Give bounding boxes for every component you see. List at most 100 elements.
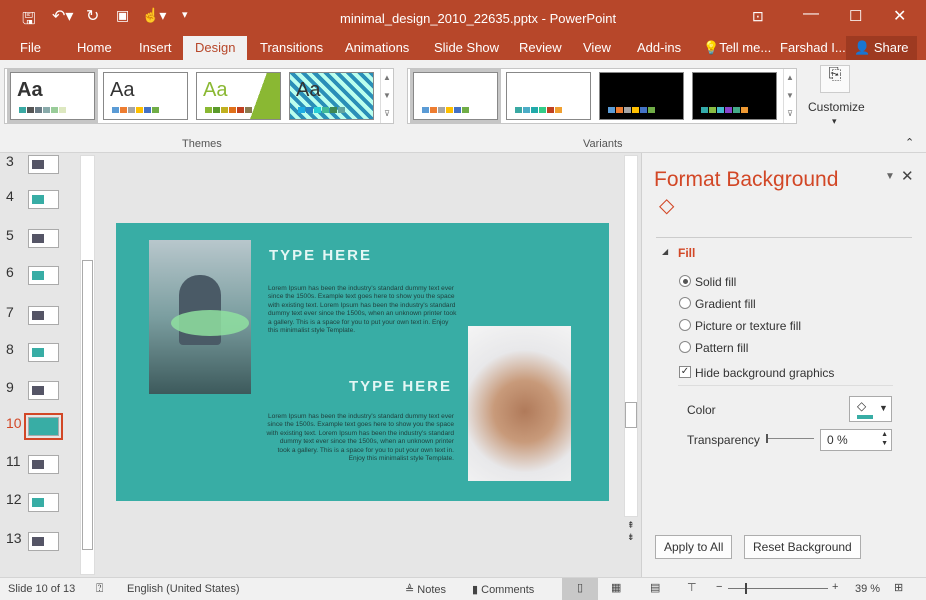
close-button[interactable]: ✕ xyxy=(893,6,906,26)
collapse-ribbon-icon[interactable]: ⌃ xyxy=(905,136,914,149)
undo-icon[interactable]: ↶▾ xyxy=(52,6,73,26)
color-swatch xyxy=(608,107,615,113)
prev-next-slide-icons[interactable]: ⇞ ⇟ xyxy=(627,519,635,543)
thumbnails-scrollbar[interactable] xyxy=(80,155,95,575)
customize-button[interactable]: Customize xyxy=(808,100,865,114)
solid-fill-radio[interactable]: Solid fill xyxy=(679,275,736,289)
pane-close-icon[interactable]: ✕ xyxy=(901,167,914,185)
theme-color-swatches xyxy=(19,107,66,113)
fill-bucket-icon[interactable]: ◇ xyxy=(659,193,674,218)
spinner-icon[interactable]: ▲ ▼ xyxy=(881,430,888,448)
slide-heading-1[interactable]: TYPE HERE xyxy=(269,247,372,264)
theme-thumbnail[interactable]: Aa xyxy=(7,69,98,123)
gallery-scroll-buttons[interactable]: ▲ ▼ ⊽ xyxy=(380,69,393,123)
slideshow-button[interactable]: ⊤ xyxy=(687,581,697,594)
slide-scroll-thumb[interactable] xyxy=(625,402,637,428)
color-picker-button[interactable]: ◇ ▼ xyxy=(849,396,892,422)
color-swatch xyxy=(221,107,228,113)
slide-thumbnail[interactable] xyxy=(28,532,59,551)
normal-view-button[interactable]: ▯ xyxy=(562,578,598,600)
tab-design[interactable]: Design xyxy=(183,36,248,60)
comments-button[interactable]: ▮ Comments xyxy=(472,583,534,596)
minimize-button[interactable]: — xyxy=(803,5,819,23)
color-swatch xyxy=(632,107,639,113)
customize-qat-icon[interactable]: ▾ xyxy=(182,8,188,21)
theme-thumbnail[interactable]: Aa xyxy=(196,72,281,120)
color-swatch xyxy=(213,107,220,113)
reading-view-button[interactable]: ▤ xyxy=(650,581,660,594)
slide-scrollbar[interactable] xyxy=(624,155,638,517)
gradient-fill-radio[interactable]: Gradient fill xyxy=(679,297,756,311)
save-icon[interactable]: 🖫 xyxy=(22,8,36,35)
color-swatch xyxy=(741,107,748,113)
slide-thumbnail[interactable] xyxy=(28,381,59,400)
pane-options-icon[interactable]: ▼ xyxy=(885,171,895,182)
variant-thumbnail[interactable] xyxy=(692,72,777,120)
slide-photo-stacked-hands[interactable] xyxy=(468,326,571,481)
zoom-level[interactable]: 39 % xyxy=(855,583,880,595)
theme-thumbnail[interactable]: Aa xyxy=(289,72,374,120)
color-swatch xyxy=(237,107,244,113)
slide-thumbnail[interactable] xyxy=(28,229,59,248)
hide-background-graphics-checkbox[interactable]: ✓ Hide background graphics xyxy=(679,366,834,380)
slide-photo-hooded-figure[interactable] xyxy=(149,240,251,394)
tab-review[interactable]: Review xyxy=(519,40,562,55)
touch-mode-icon[interactable]: ☝▾ xyxy=(142,7,166,24)
slide-body-2[interactable]: Lorem Ipsum has been the industry's stan… xyxy=(266,413,454,463)
slide-thumbnail[interactable] xyxy=(28,455,59,474)
redo-icon[interactable]: ↻ xyxy=(86,6,99,26)
tab-animations[interactable]: Animations xyxy=(345,40,409,55)
slide-thumbnail[interactable] xyxy=(28,306,59,325)
slide-number: 11 xyxy=(6,453,21,469)
variant-thumbnail[interactable] xyxy=(410,69,501,123)
tab-view[interactable]: View xyxy=(583,40,611,55)
zoom-out-button[interactable]: − xyxy=(716,581,722,593)
slide-sorter-button[interactable]: ▦ xyxy=(611,581,621,594)
apply-to-all-button[interactable]: Apply to All xyxy=(655,535,733,559)
slide-heading-2[interactable]: TYPE HERE xyxy=(349,378,452,395)
pattern-fill-radio[interactable]: Pattern fill xyxy=(679,341,748,355)
maximize-button[interactable]: ☐ xyxy=(849,7,862,25)
picture-texture-fill-radio[interactable]: Picture or texture fill xyxy=(679,319,801,333)
language-indicator[interactable]: English (United States) xyxy=(127,583,240,595)
theme-thumbnail[interactable]: Aa xyxy=(103,72,188,120)
gallery-scroll-buttons[interactable]: ▲ ▼ ⊽ xyxy=(783,69,796,123)
section-collapse-icon[interactable]: ◢ xyxy=(662,247,668,256)
account-name[interactable]: Farshad I... xyxy=(780,40,846,55)
zoom-in-button[interactable]: + xyxy=(832,581,838,593)
slide-body-1[interactable]: Lorem Ipsum has been the industry's stan… xyxy=(268,285,458,335)
variant-thumbnail[interactable] xyxy=(599,72,684,120)
color-swatch xyxy=(144,107,151,113)
ribbon-display-icon[interactable]: ⊡ xyxy=(752,8,764,25)
slide-thumbnail[interactable] xyxy=(28,266,59,285)
zoom-slider[interactable] xyxy=(728,583,828,594)
notes-button[interactable]: ≜ Notes xyxy=(405,583,446,596)
fill-section-header[interactable]: Fill xyxy=(678,246,695,260)
slide-thumbnail[interactable] xyxy=(28,343,59,362)
slide-canvas[interactable]: TYPE HERE Lorem Ipsum has been the indus… xyxy=(116,223,609,501)
variant-thumbnail[interactable] xyxy=(506,72,591,120)
tab-insert[interactable]: Insert xyxy=(139,40,172,55)
tab-transitions[interactable]: Transitions xyxy=(260,40,323,55)
tab-home[interactable]: Home xyxy=(77,40,112,55)
present-icon[interactable]: ▣ xyxy=(116,7,129,24)
tell-me-search[interactable]: 💡Tell me... xyxy=(703,40,771,56)
thumbnails-scroll-thumb[interactable] xyxy=(82,260,93,550)
format-background-icon[interactable]: ⎘ xyxy=(820,65,850,93)
slide-thumbnail[interactable] xyxy=(28,493,59,512)
share-button[interactable]: 👤 Share xyxy=(846,36,917,60)
color-swatch xyxy=(555,107,562,113)
customize-dropdown-icon[interactable]: ▾ xyxy=(832,116,837,127)
reset-background-button[interactable]: Reset Background xyxy=(744,535,861,559)
slide-thumbnail[interactable] xyxy=(28,190,59,209)
tab-add-ins[interactable]: Add-ins xyxy=(637,40,681,55)
transparency-input[interactable]: 0 % ▲ ▼ xyxy=(820,429,892,451)
slide-thumbnail[interactable] xyxy=(24,413,63,440)
tab-file[interactable]: File xyxy=(20,40,41,55)
slide-thumbnail[interactable] xyxy=(28,155,59,174)
hide-bg-label: Hide background graphics xyxy=(695,366,835,380)
transparency-slider[interactable] xyxy=(766,434,814,443)
fit-to-window-icon[interactable]: ⊞ xyxy=(894,581,903,594)
spelling-icon[interactable]: ⍰ xyxy=(96,581,103,596)
tab-slide-show[interactable]: Slide Show xyxy=(434,40,499,55)
